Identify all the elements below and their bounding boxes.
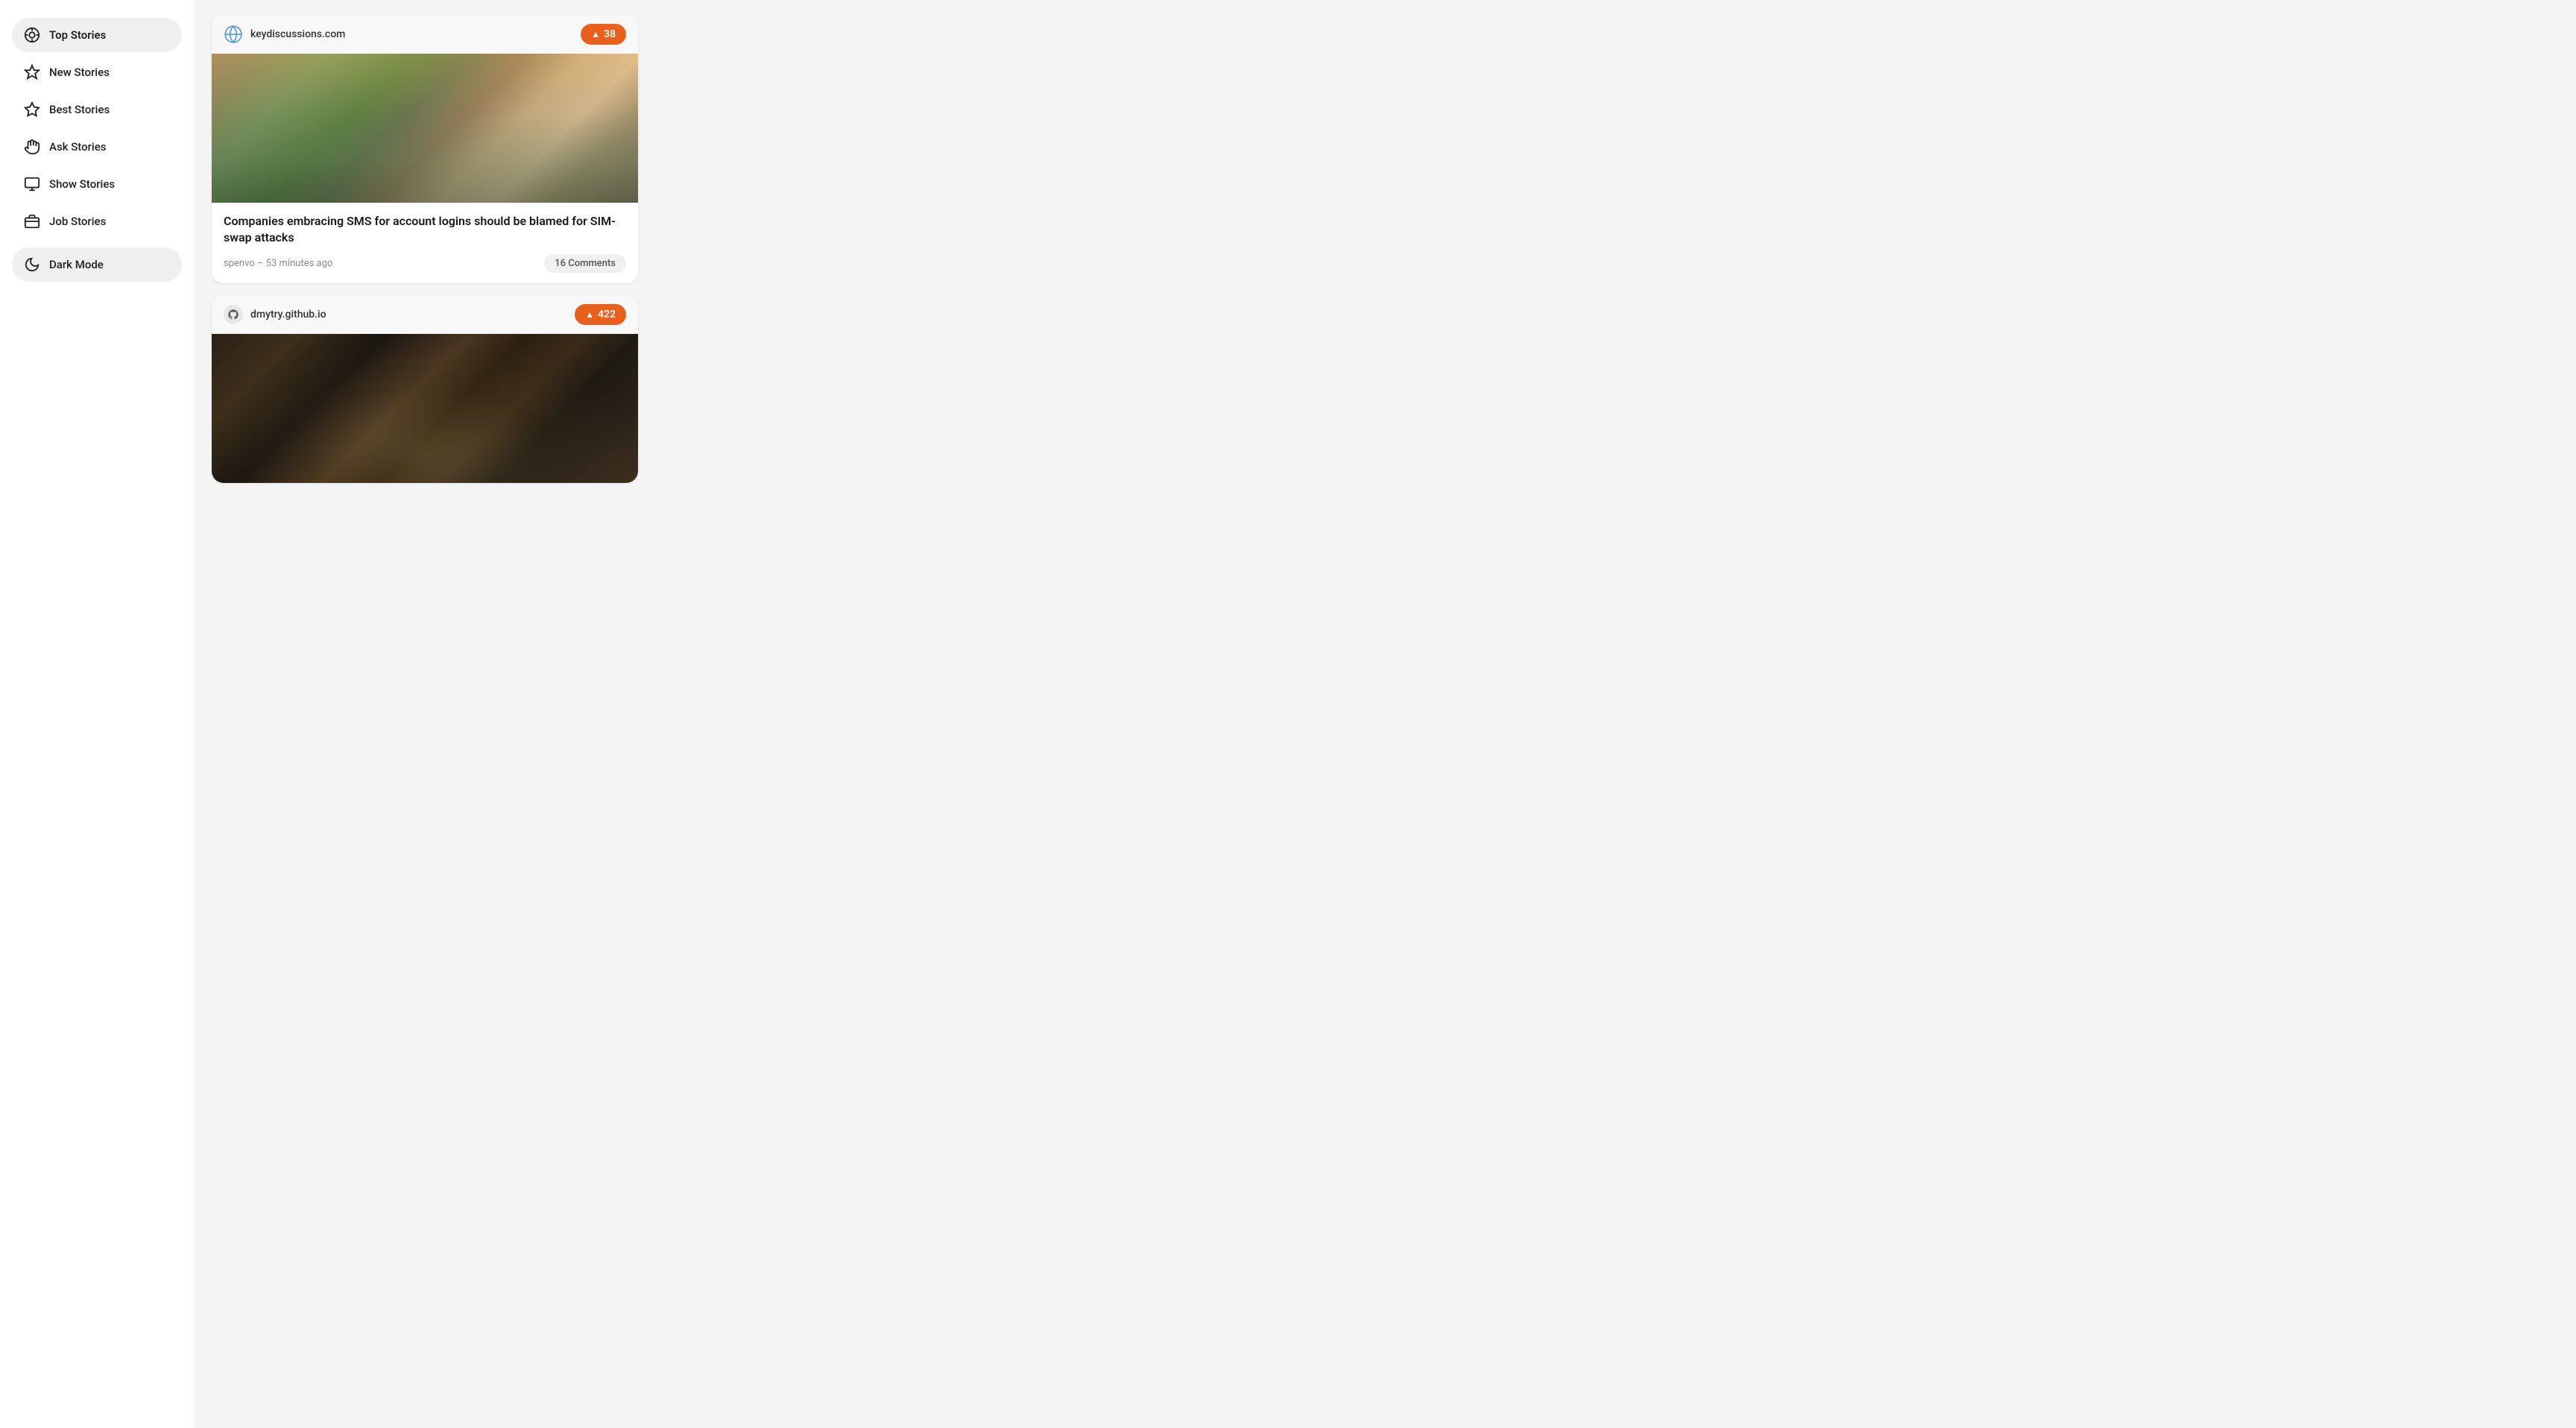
monitor-icon	[24, 176, 40, 192]
story-image	[212, 54, 638, 203]
sidebar-item-show-stories[interactable]: Show Stories	[12, 167, 182, 201]
story-card: dmytry.github.io ▲ 422	[212, 295, 638, 483]
sidebar-item-label: New Stories	[49, 66, 110, 79]
source-favicon	[224, 25, 243, 44]
source-name: keydiscussions.com	[250, 28, 345, 40]
source-name: dmytry.github.io	[250, 309, 326, 320]
vote-count: 422	[598, 309, 616, 320]
sidebar-item-label: Job Stories	[49, 215, 106, 228]
story-author: spenvo – 53 minutes ago	[224, 258, 332, 269]
sidebar-item-top-stories[interactable]: Top Stories	[12, 18, 182, 52]
sidebar-item-ask-stories[interactable]: Ask Stories	[12, 130, 182, 164]
moon-icon	[24, 256, 40, 273]
sidebar: Top Stories New Stories Best Stories	[0, 0, 194, 1428]
source-favicon	[224, 305, 243, 324]
sparkle-icon	[24, 64, 40, 80]
sidebar-item-job-stories[interactable]: Job Stories	[12, 204, 182, 238]
hand-icon	[24, 139, 40, 155]
sidebar-item-new-stories[interactable]: New Stories	[12, 55, 182, 89]
vote-badge[interactable]: ▲ 422	[575, 304, 626, 325]
story-source: dmytry.github.io	[224, 305, 326, 324]
briefcase-icon	[24, 213, 40, 230]
story-footer: Companies embracing SMS for account logi…	[212, 203, 638, 283]
target-icon	[24, 27, 40, 43]
sidebar-item-dark-mode[interactable]: Dark Mode	[12, 247, 182, 282]
sidebar-item-best-stories[interactable]: Best Stories	[12, 92, 182, 127]
story-card: keydiscussions.com ▲ 38 Companies embrac…	[212, 15, 638, 283]
star-icon	[24, 101, 40, 118]
story-source: keydiscussions.com	[224, 25, 345, 44]
vote-badge[interactable]: ▲ 38	[581, 24, 626, 45]
story-meta: spenvo – 53 minutes ago 16 Comments	[224, 254, 626, 273]
time-ago: 53 minutes ago	[266, 258, 333, 269]
comments-badge[interactable]: 16 Comments	[544, 254, 626, 273]
dark-mode-label: Dark Mode	[49, 258, 104, 271]
sidebar-item-label: Best Stories	[49, 103, 110, 116]
story-title[interactable]: Companies embracing SMS for account logi…	[224, 213, 626, 247]
sidebar-item-label: Show Stories	[49, 177, 115, 191]
main-content: keydiscussions.com ▲ 38 Companies embrac…	[194, 0, 656, 1428]
vote-count: 38	[604, 28, 616, 40]
upvote-arrow-icon: ▲	[585, 309, 594, 320]
author-name: spenvo	[224, 258, 255, 269]
story-header: dmytry.github.io ▲ 422	[212, 295, 638, 334]
story-image	[212, 334, 638, 483]
sidebar-item-label: Top Stories	[49, 28, 106, 42]
sidebar-item-label: Ask Stories	[49, 140, 107, 154]
upvote-arrow-icon: ▲	[591, 29, 600, 40]
author-separator: –	[257, 258, 266, 269]
story-header: keydiscussions.com ▲ 38	[212, 15, 638, 54]
